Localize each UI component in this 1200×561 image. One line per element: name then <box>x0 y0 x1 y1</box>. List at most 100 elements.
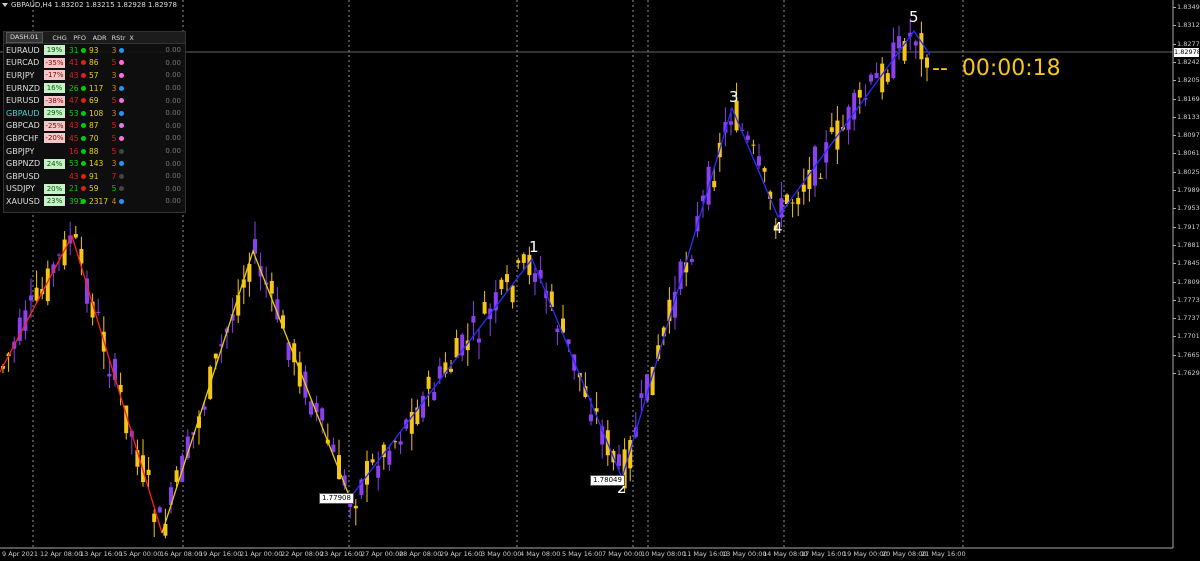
candle-body <box>482 302 487 314</box>
chg-cell: -17% <box>44 70 65 81</box>
price-tick-label: 1.83125 <box>1177 21 1200 30</box>
adr-cell: 87 <box>89 121 99 131</box>
symbol-label[interactable]: EURNZD <box>4 84 44 93</box>
candle-body <box>617 454 621 466</box>
price-axis[interactable]: 1.83490 1.83125 1.82775 1.82425 1.82055 1.816… <box>1173 0 1200 548</box>
dashboard-row-gbpcad[interactable]: GBPCAD -25% 43 87 5 0.00 <box>4 120 185 133</box>
candle-body <box>729 121 733 125</box>
candle-body <box>477 338 481 343</box>
symbol-label[interactable]: GBPAUD <box>4 109 44 118</box>
dashboard-row-gbpusd[interactable]: GBPUSD 43 91 7 0.00 <box>4 170 185 183</box>
dashboard-row-eurcad[interactable]: EURCAD -35% 41 86 5 0.00 <box>4 57 185 70</box>
dashboard-header: DASH.01 CHG PFO ADR RStr X <box>4 32 185 44</box>
dashboard-row-xauusd[interactable]: XAUUSD 23% 391 2317 4 0.00 <box>4 195 185 208</box>
pfo-cell: 43 <box>69 171 79 181</box>
pfo-cell: 47 <box>69 96 79 106</box>
time-tick-label: 9 Apr 2021 <box>2 550 39 558</box>
wave-label-4: 4 <box>773 219 783 237</box>
header-chg[interactable]: CHG <box>49 34 71 42</box>
status-dot-icon <box>81 186 89 192</box>
candle-timer: -- 00:00:18 <box>932 56 1061 81</box>
signal-dot-icon <box>119 85 129 91</box>
dashboard-row-eurusd[interactable]: EURUSD -38% 47 69 5 0.00 <box>4 94 185 107</box>
adr-cell: 69 <box>89 96 99 106</box>
price-tick-label: 1.80975 <box>1177 131 1200 140</box>
pfo-cell: 53 <box>69 108 79 118</box>
price-tick <box>1173 299 1176 301</box>
dashboard-panel: DASH.01 CHG PFO ADR RStr X EURAUD 19% 31 93… <box>3 31 186 213</box>
value-cell: 0.00 <box>165 159 181 168</box>
dropdown-icon[interactable] <box>2 3 8 7</box>
adr-cell: 91 <box>89 171 99 181</box>
dashboard-row-euraud[interactable]: EURAUD 19% 31 93 3 0.00 <box>4 44 185 57</box>
chart-window[interactable]: GBPAUD,H4 1.83202 1.83215 1.82928 1.8297… <box>0 0 1200 561</box>
candle-body <box>521 254 526 263</box>
symbol-label[interactable]: USDJPY <box>4 184 44 193</box>
pfo-cell: 31 <box>69 45 79 55</box>
pfo-cell: 391 <box>69 196 84 206</box>
time-tick-label: 27 Apr 00:00 <box>361 550 404 558</box>
price-tick <box>1173 61 1176 63</box>
candle-body <box>370 459 375 463</box>
candle-body <box>818 177 823 179</box>
header-adr[interactable]: ADR <box>89 34 111 42</box>
signal-dot-icon <box>119 110 129 116</box>
dashboard-row-gbpchf[interactable]: GBPCHF -20% 45 70 5 0.00 <box>4 132 185 145</box>
time-axis[interactable]: 9 Apr 2021 12 Apr 08:00 13 Apr 16:00 15 Apr… <box>0 547 1173 561</box>
header-rstr[interactable]: RStr <box>111 34 127 42</box>
dashboard-row-gbpnzd[interactable]: GBPNZD 24% 53 143 3 0.00 <box>4 157 185 170</box>
dashboard-row-eurjpy[interactable]: EURJPY -17% 43 57 3 0.00 <box>4 69 185 82</box>
symbol-label[interactable]: GBPUSD <box>4 172 44 181</box>
chg-cell: -20% <box>44 133 65 144</box>
symbol-label[interactable]: EURUSD <box>4 96 44 105</box>
status-dot-icon <box>81 198 89 204</box>
value-cell: 0.00 <box>165 109 181 118</box>
dashboard-row-gbpaud[interactable]: GBPAUD 29% 53 108 3 0.00 <box>4 107 185 120</box>
dashboard-row-eurnzd[interactable]: EURNZD 16% 26 117 3 0.00 <box>4 82 185 95</box>
symbol-label[interactable]: GBPCAD <box>4 121 44 130</box>
value-cell: 0.00 <box>165 71 181 80</box>
price-box-low-2[interactable]: 1.78049 <box>590 475 625 486</box>
status-dot-icon <box>81 135 89 141</box>
candle-body <box>897 36 901 49</box>
price-tick <box>1173 43 1176 45</box>
dashboard-tab[interactable]: DASH.01 <box>6 32 43 43</box>
rstr-cell: 5 <box>111 58 117 68</box>
symbol-label[interactable]: XAUUSD <box>4 197 44 206</box>
candle-body <box>555 328 560 333</box>
price-tick-label: 1.79175 <box>1177 222 1200 231</box>
rstr-cell: 5 <box>111 121 117 131</box>
price-tick-label: 1.78455 <box>1177 259 1200 268</box>
time-tick-label: 19 May 00:00 <box>843 550 888 558</box>
rstr-cell: 5 <box>111 133 117 143</box>
candle-body <box>376 465 381 478</box>
symbol-label[interactable]: EURJPY <box>4 71 44 80</box>
symbol-label[interactable]: EURAUD <box>4 46 44 55</box>
candle-body <box>505 274 509 283</box>
header-pfo[interactable]: PFO <box>71 34 89 42</box>
candle-body <box>745 135 750 140</box>
status-dot-icon <box>81 173 89 179</box>
pfo-cell: 26 <box>69 83 79 93</box>
symbol-label[interactable]: GBPCHF <box>4 134 44 143</box>
time-tick-label: 10 May 08:00 <box>641 550 686 558</box>
adr-cell: 86 <box>89 58 99 68</box>
dashboard-row-gbpjpy[interactable]: GBPJPY 16 88 5 0.00 <box>4 145 185 158</box>
close-button[interactable]: X <box>127 34 137 42</box>
chg-cell: 29% <box>44 108 65 119</box>
time-tick-label: 20 May 08:00 <box>882 550 927 558</box>
price-tick <box>1173 281 1176 283</box>
symbol-label[interactable]: EURCAD <box>4 58 44 67</box>
rstr-cell: 3 <box>111 83 117 93</box>
value-cell: 0.00 <box>165 197 181 206</box>
symbol-label[interactable]: GBPJPY <box>4 147 44 156</box>
price-box-low-1[interactable]: 1.77908 <box>319 493 354 504</box>
candle-body <box>639 393 644 399</box>
chg-cell <box>44 171 65 181</box>
symbol-label[interactable]: GBPNZD <box>4 159 44 168</box>
time-tick-label: 23 Apr 16:00 <box>320 550 363 558</box>
time-tick-label: 15 Apr 00:00 <box>119 550 162 558</box>
candle-body <box>499 279 504 289</box>
dashboard-row-usdjpy[interactable]: USDJPY 20% 21 59 5 0.00 <box>4 183 185 196</box>
time-tick-label: 16 Apr 08:00 <box>160 550 203 558</box>
